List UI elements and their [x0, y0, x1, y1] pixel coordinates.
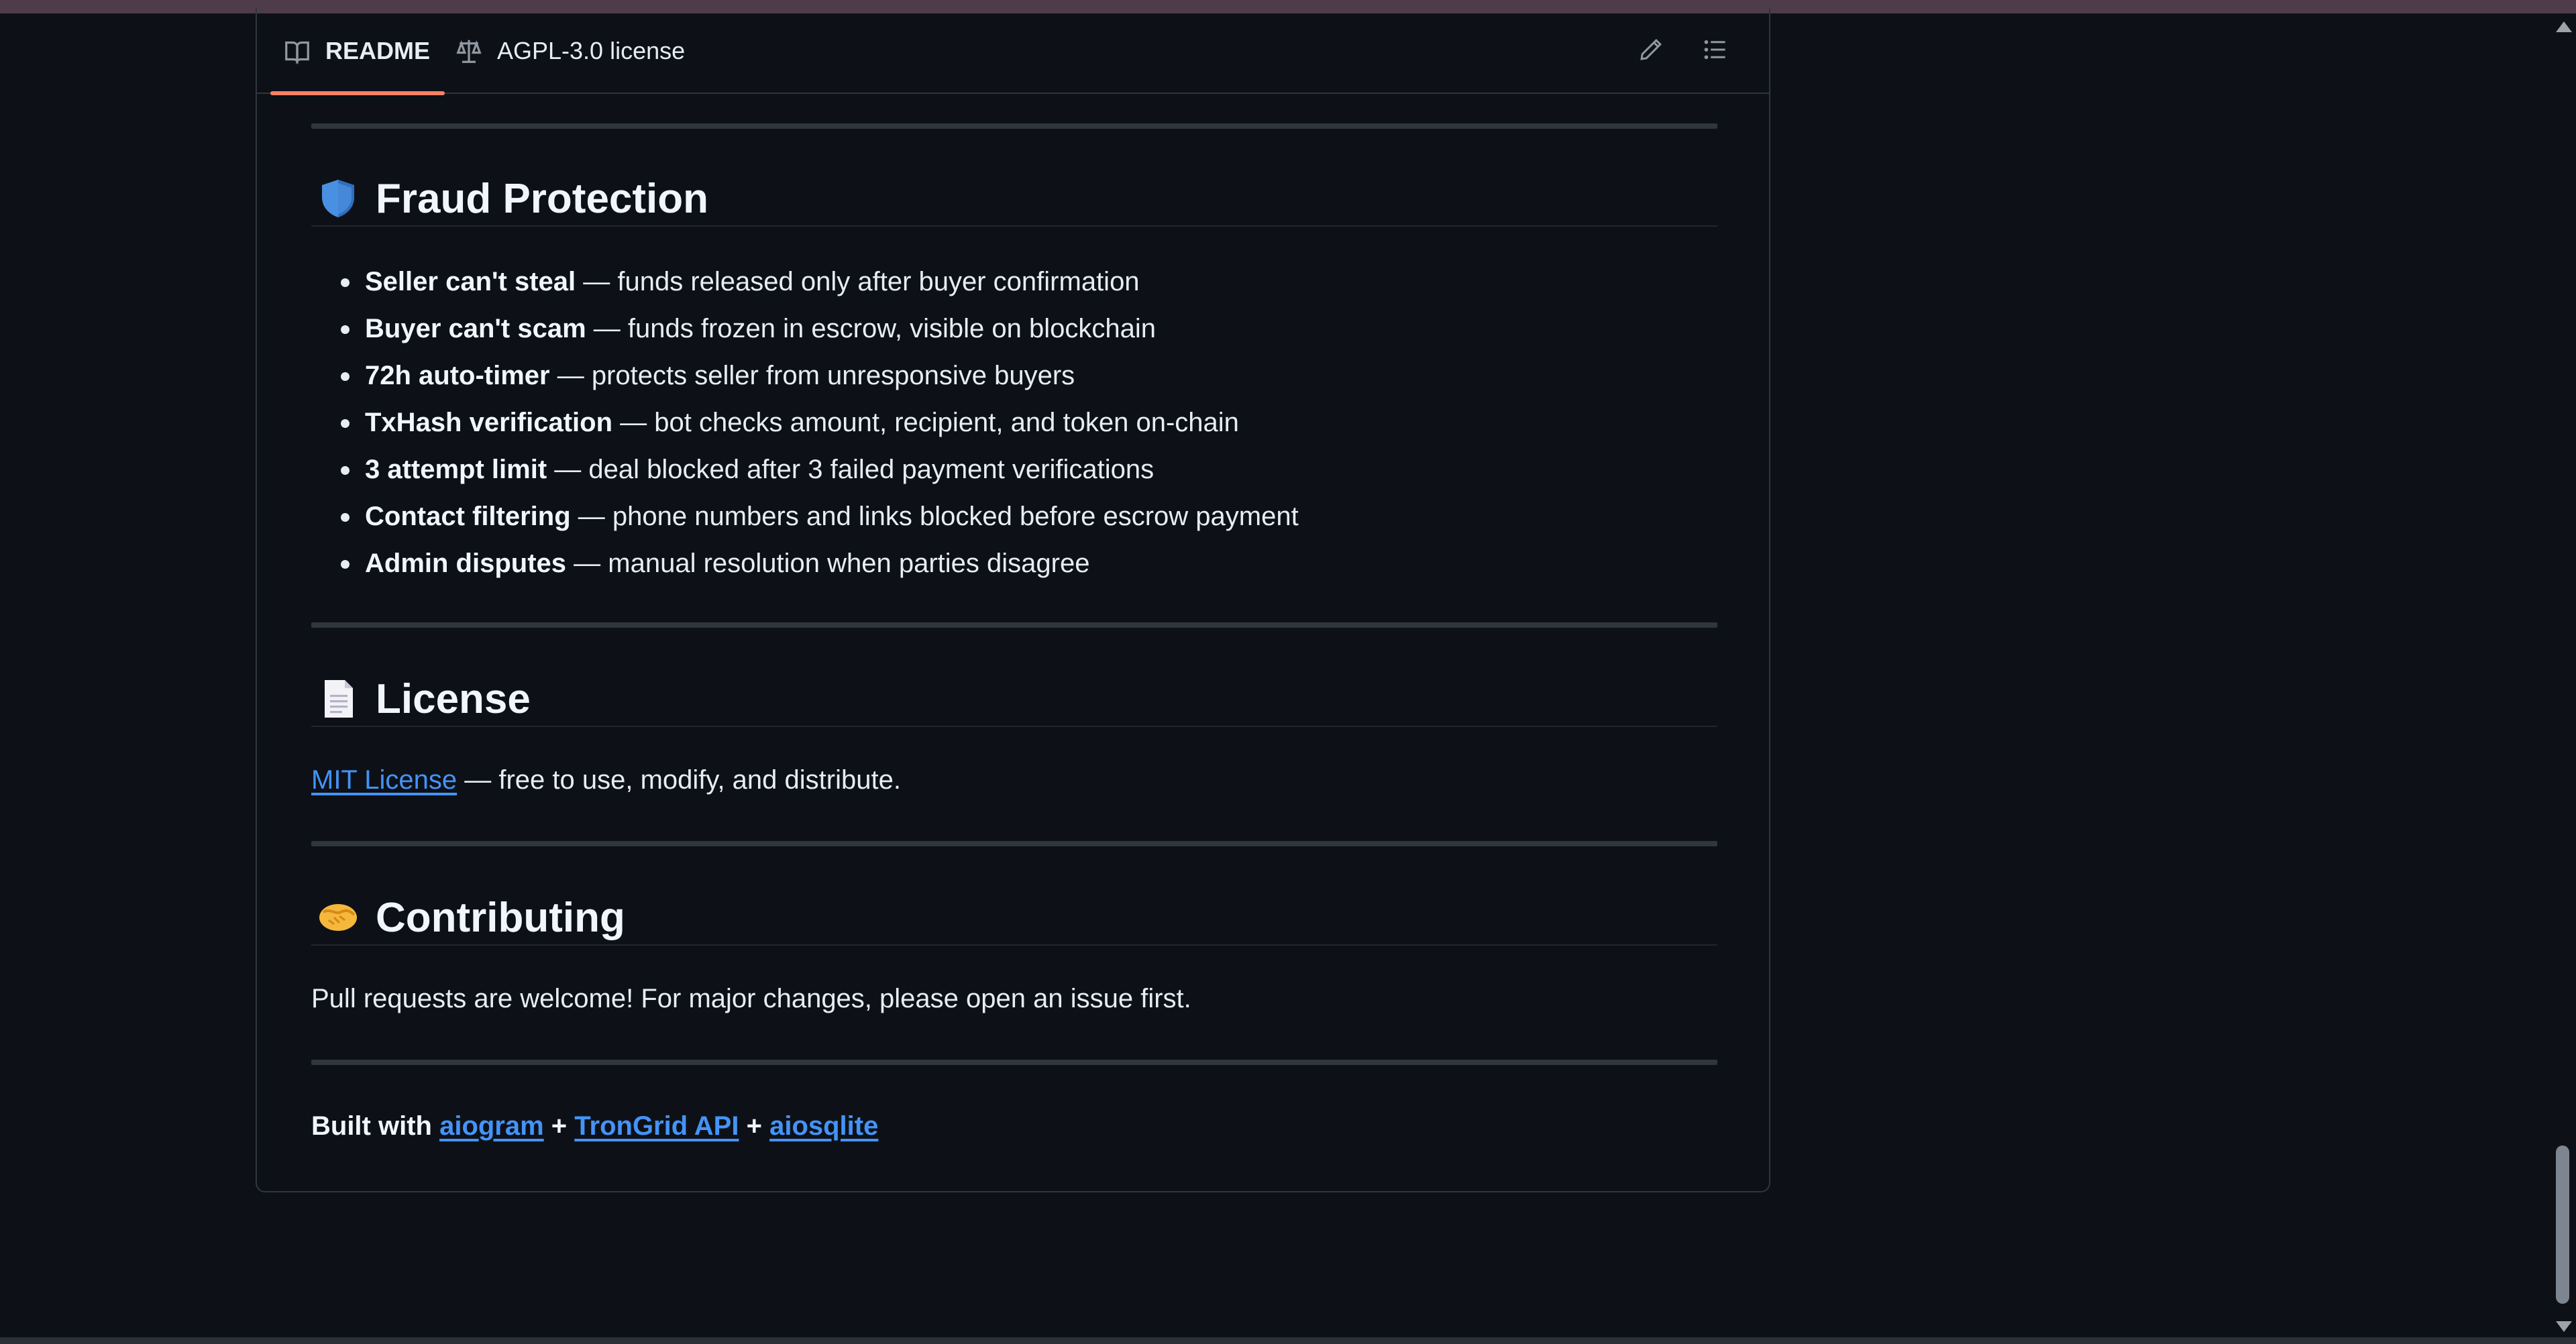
list-item: TxHash verification — bot checks amount,…: [311, 399, 1299, 446]
heading-contributing: Contributing: [311, 891, 1717, 946]
plus-separator: +: [739, 1111, 770, 1141]
window-bottom-strip: [0, 1337, 2576, 1344]
list-outline-icon: [1703, 38, 1727, 65]
list-item: Seller can't steal — funds released only…: [311, 258, 1299, 305]
scrollbar-thumb[interactable]: [2556, 1145, 2569, 1304]
list-item-title: Seller can't steal: [365, 267, 576, 296]
scale-icon: [455, 38, 482, 64]
list-item-title: Buyer can't scam: [365, 314, 586, 343]
outline-button[interactable]: [1699, 35, 1731, 67]
heading-fraud-protection: Fraud Protection: [311, 172, 1717, 227]
list-item-title: Contact filtering: [365, 502, 571, 531]
list-item-text: — bot checks amount, recipient, and toke…: [612, 408, 1239, 437]
heading-license: License: [311, 672, 1717, 727]
divider: [311, 1060, 1717, 1065]
list-item-text: — funds frozen in escrow, visible on blo…: [586, 314, 1156, 343]
divider: [311, 622, 1717, 628]
mit-license-link[interactable]: MIT License: [311, 765, 457, 795]
list-item-title: TxHash verification: [365, 408, 613, 437]
heading-fraud-protection-text: Fraud Protection: [376, 175, 709, 222]
license-text: — free to use, modify, and distribute.: [457, 765, 901, 795]
contributing-paragraph: Pull requests are welcome! For major cha…: [311, 984, 1191, 1013]
tab-license[interactable]: AGPL-3.0 license: [455, 8, 685, 94]
list-item: Admin disputes — manual resolution when …: [311, 540, 1299, 587]
list-item-text: — manual resolution when parties disagre…: [566, 549, 1090, 578]
list-item-text: — deal blocked after 3 failed payment ve…: [547, 455, 1155, 484]
list-item-title: 72h auto-timer: [365, 361, 550, 390]
vertical-scrollbar[interactable]: [2549, 13, 2576, 1337]
tab-license-label: AGPL-3.0 license: [497, 37, 686, 64]
list-item: Contact filtering — phone numbers and li…: [311, 493, 1299, 540]
aiosqlite-link[interactable]: aiosqlite: [769, 1111, 878, 1141]
list-item: 72h auto-timer — protects seller from un…: [311, 352, 1299, 399]
fraud-protection-list: Seller can't steal — funds released only…: [311, 258, 1299, 587]
readme-tabbar: README AGPL-3.0 license: [257, 8, 1769, 95]
divider: [311, 123, 1717, 129]
tab-readme[interactable]: README: [270, 8, 445, 95]
list-item-text: — phone numbers and links blocked before…: [570, 502, 1299, 531]
edit-readme-button[interactable]: [1635, 35, 1667, 67]
built-with-line: Built with aiogram + TronGrid API + aios…: [311, 1111, 878, 1141]
heading-contributing-text: Contributing: [376, 894, 625, 941]
list-item: 3 attempt limit — deal blocked after 3 f…: [311, 446, 1299, 493]
aiogram-link[interactable]: aiogram: [439, 1111, 544, 1141]
scroll-down-arrow-icon[interactable]: [2556, 1321, 2572, 1332]
divider: [311, 841, 1717, 846]
tab-readme-label: README: [325, 37, 431, 64]
heading-license-text: License: [376, 675, 531, 722]
readme-panel: README AGPL-3.0 license Fraud Protection…: [256, 8, 1770, 1192]
trongrid-api-link[interactable]: TronGrid API: [574, 1111, 739, 1141]
page-emoji: [317, 677, 360, 720]
list-item-text: — protects seller from unresponsive buye…: [549, 361, 1075, 390]
scroll-up-arrow-icon[interactable]: [2556, 21, 2572, 32]
license-paragraph: MIT License — free to use, modify, and d…: [311, 765, 901, 795]
handshake-emoji: [317, 896, 360, 939]
book-icon: [284, 38, 311, 64]
list-item-title: Admin disputes: [365, 549, 567, 578]
list-item: Buyer can't scam — funds frozen in escro…: [311, 305, 1299, 352]
list-item-title: 3 attempt limit: [365, 455, 547, 484]
list-item-text: — funds released only after buyer confir…: [576, 267, 1140, 296]
built-with-label: Built with: [311, 1111, 440, 1141]
plus-separator: +: [543, 1111, 575, 1141]
pencil-icon: [1639, 38, 1663, 65]
shield-emoji: [317, 177, 360, 220]
